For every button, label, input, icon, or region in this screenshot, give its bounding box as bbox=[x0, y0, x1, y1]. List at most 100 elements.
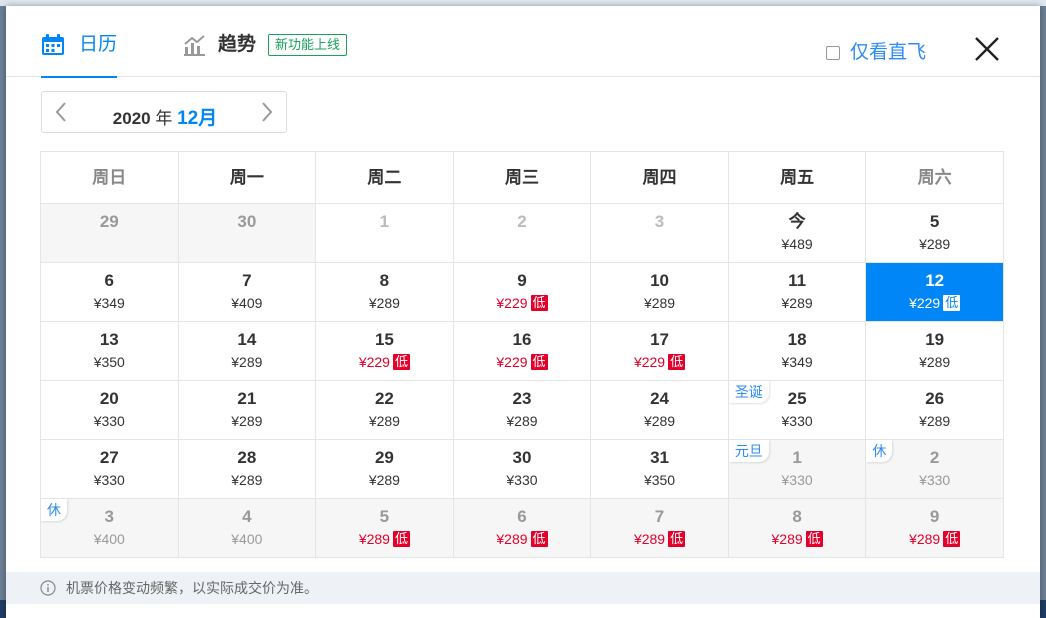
day-price: ¥349 bbox=[781, 354, 813, 370]
day-number: 10 bbox=[650, 271, 669, 290]
calendar-week-row: 20 ¥330 21 ¥289 22 ¥289 23 ¥289 24 ¥289 圣诞 25 ¥330 26… bbox=[41, 381, 1004, 440]
calendar-week-row: 29 30 1 2 3 今 ¥489 5 ¥289 bbox=[41, 204, 1004, 263]
calendar-day[interactable]: 28 ¥289 bbox=[178, 440, 317, 499]
day-price: ¥289 bbox=[358, 531, 390, 547]
day-price-line: ¥289 bbox=[179, 353, 316, 371]
day-price: ¥289 bbox=[643, 413, 676, 429]
day-price: ¥400 bbox=[231, 531, 263, 547]
calendar-day[interactable]: 22 ¥289 bbox=[316, 381, 454, 440]
low-price-tag: 低 bbox=[530, 531, 548, 547]
calendar-day[interactable]: 31 ¥350 bbox=[591, 440, 729, 499]
calendar-day[interactable]: 5 ¥289 低 bbox=[316, 499, 454, 558]
calendar-day[interactable]: 休 3 ¥400 bbox=[41, 499, 179, 558]
calendar-day[interactable]: 29 ¥289 bbox=[316, 440, 454, 499]
calendar-day[interactable]: 5 ¥289 bbox=[866, 204, 1004, 263]
day-number: 13 bbox=[99, 330, 119, 349]
day-price: ¥400 bbox=[93, 531, 125, 547]
day-number: 17 bbox=[650, 330, 669, 349]
calendar-day[interactable]: 20 ¥330 bbox=[41, 381, 179, 440]
day-price: ¥289 bbox=[231, 354, 263, 370]
close-icon[interactable] bbox=[974, 36, 1000, 62]
calendar-day[interactable]: 6 ¥289 低 bbox=[453, 499, 592, 558]
tab-trend[interactable]: 趋势 新功能上线 bbox=[182, 34, 348, 74]
calendar-day[interactable]: 9 ¥289 低 bbox=[866, 499, 1004, 558]
calendar-day[interactable]: 13 ¥350 bbox=[41, 322, 179, 381]
day-price-line: ¥289 bbox=[729, 294, 866, 312]
calendar-day[interactable]: 24 ¥289 bbox=[591, 381, 729, 440]
day-price: ¥350 bbox=[93, 354, 125, 370]
calendar-day[interactable]: 19 ¥289 bbox=[866, 322, 1004, 381]
day-price: ¥289 bbox=[506, 413, 538, 429]
info-icon bbox=[40, 580, 56, 596]
calendar-day[interactable]: 23 ¥289 bbox=[453, 381, 592, 440]
calendar-day[interactable]: 18 ¥349 bbox=[728, 322, 867, 381]
day-number: 20 bbox=[99, 389, 119, 408]
day-price-line: ¥400 bbox=[179, 530, 316, 548]
calendar-day[interactable]: 6 ¥349 bbox=[41, 263, 179, 322]
new-feature-badge: 新功能上线 bbox=[268, 34, 348, 56]
day-price-line: ¥289 bbox=[179, 471, 316, 489]
calendar-day[interactable]: 休 2 ¥330 bbox=[866, 440, 1004, 499]
calendar-day[interactable]: 21 ¥289 bbox=[178, 381, 317, 440]
calendar-day[interactable]: 4 ¥400 bbox=[178, 499, 317, 558]
direct-only-checkbox[interactable] bbox=[826, 46, 840, 60]
low-price-tag: 低 bbox=[943, 295, 961, 311]
low-price-tag: 低 bbox=[668, 354, 686, 370]
day-price: ¥229 bbox=[496, 354, 528, 370]
trend-chart-icon bbox=[184, 35, 205, 56]
tab-calendar[interactable]: 日历 bbox=[41, 34, 118, 78]
day-price-line: ¥489 bbox=[729, 235, 866, 253]
calendar-day[interactable]: 26 ¥289 bbox=[866, 381, 1004, 440]
direct-flights-filter[interactable]: 仅看直飞 bbox=[826, 42, 926, 64]
weekday-header: 周四 bbox=[591, 152, 729, 204]
calendar-day[interactable]: 7 ¥409 bbox=[178, 263, 317, 322]
low-price-tag: 低 bbox=[805, 531, 823, 547]
day-price: ¥289 bbox=[909, 531, 941, 547]
weekday-header: 周日 bbox=[41, 152, 179, 204]
day-price: ¥289 bbox=[368, 472, 400, 488]
chevron-right-icon[interactable] bbox=[256, 102, 276, 122]
calendar-day[interactable]: 10 ¥289 bbox=[591, 263, 729, 322]
day-number: 今 bbox=[788, 212, 806, 231]
calendar-day[interactable]: 元旦 1 ¥330 bbox=[728, 440, 867, 499]
calendar-day[interactable]: 11 ¥289 bbox=[728, 263, 867, 322]
day-number: 1 bbox=[379, 212, 390, 231]
day-price: ¥330 bbox=[919, 472, 951, 488]
day-number: 18 bbox=[787, 330, 807, 349]
day-number: 5 bbox=[929, 212, 940, 231]
calendar-day: 3 bbox=[591, 204, 729, 263]
low-price-tag: 低 bbox=[530, 354, 548, 370]
calendar-day[interactable]: 8 ¥289 bbox=[316, 263, 454, 322]
calendar-day[interactable]: 8 ¥289 低 bbox=[728, 499, 867, 558]
calendar-week-row: 休 3 ¥400 4 ¥400 5 ¥289 低 6 ¥289 低 7 ¥289 低 8 ¥289 低 9 ¥289… bbox=[41, 499, 1004, 558]
tab-calendar-label: 日历 bbox=[79, 34, 118, 55]
calendar-day[interactable]: 今 ¥489 bbox=[728, 204, 867, 263]
day-price-line: ¥330 bbox=[41, 412, 178, 430]
tab-trend-label: 趋势 bbox=[218, 34, 257, 55]
day-price: ¥289 bbox=[368, 295, 400, 311]
day-price: ¥289 bbox=[643, 295, 676, 311]
day-price: ¥489 bbox=[781, 236, 813, 252]
direct-only-label: 仅看直飞 bbox=[850, 42, 927, 63]
calendar-day-selected[interactable]: 12 ¥229 低 bbox=[866, 263, 1004, 322]
day-price-line: ¥229 低 bbox=[591, 353, 728, 371]
calendar-grid: 周日 周一 周二 周三 周四 周五 周六 29 30 1 2 3 今 ¥489 5 ¥289 6 ¥… bbox=[40, 151, 1004, 558]
calendar-day[interactable]: 7 ¥289 低 bbox=[591, 499, 729, 558]
calendar-day[interactable]: 17 ¥229 低 bbox=[591, 322, 729, 381]
calendar-day[interactable]: 14 ¥289 bbox=[178, 322, 317, 381]
day-number: 29 bbox=[99, 212, 119, 231]
day-number: 21 bbox=[237, 389, 257, 408]
calendar-day[interactable]: 16 ¥229 低 bbox=[453, 322, 592, 381]
day-number: 25 bbox=[787, 389, 807, 408]
day-price-line: ¥289 低 bbox=[316, 530, 453, 548]
calendar-day[interactable]: 30 ¥330 bbox=[453, 440, 592, 499]
calendar-day[interactable]: 圣诞 25 ¥330 bbox=[728, 381, 867, 440]
calendar-day[interactable]: 27 ¥330 bbox=[41, 440, 179, 499]
calendar-day[interactable]: 15 ¥229 低 bbox=[316, 322, 454, 381]
day-price: ¥289 bbox=[771, 531, 803, 547]
calendar-icon bbox=[42, 34, 64, 55]
calendar-day[interactable]: 9 ¥229 低 bbox=[453, 263, 592, 322]
weekday-header: 周二 bbox=[316, 152, 454, 204]
dialog-header: 日历 趋势 新功能上线 仅看直飞 bbox=[6, 6, 1040, 78]
day-price-line: ¥289 低 bbox=[866, 530, 1003, 548]
